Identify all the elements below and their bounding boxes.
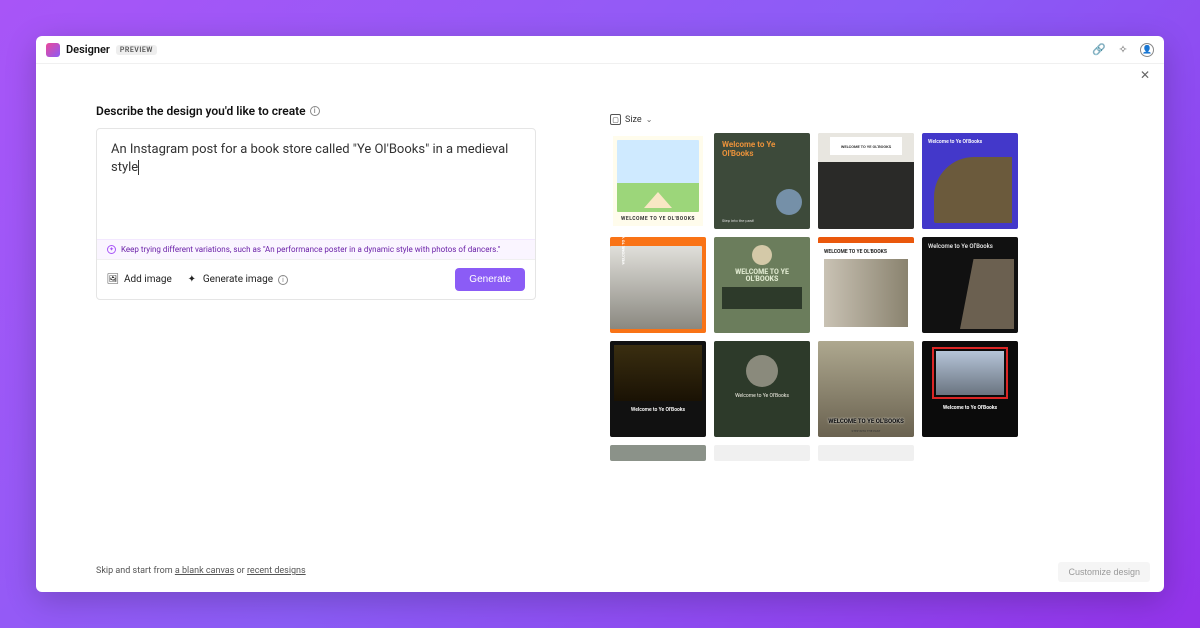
blank-canvas-link[interactable]: a blank canvas — [175, 566, 234, 576]
app-window: Designer PREVIEW 🔗 ✧ 👤 Describe the desi… — [36, 36, 1164, 592]
design-thumb[interactable]: Welcome to Ye Ol'Books — [610, 341, 706, 437]
design-thumb[interactable]: WELCOME TO YE OL'BOOKS STEP INTO THE PAS… — [818, 341, 914, 437]
thumb-subtext: STEP INTO THE PAST — [818, 429, 914, 433]
hint-row: ✦ Keep trying different variations, such… — [97, 239, 535, 259]
left-panel: Describe the design you'd like to create… — [36, 64, 596, 592]
thumb-caption: WELCOME TO YE OL'BOOKS — [824, 418, 908, 425]
add-image-label: Add image — [124, 274, 172, 285]
design-thumb[interactable]: Welcome to Ye Ol'Books Step into the pas… — [714, 133, 810, 229]
prompt-heading-text: Describe the design you'd like to create — [96, 104, 306, 118]
title-bar: Designer PREVIEW 🔗 ✧ 👤 — [36, 36, 1164, 64]
chevron-down-icon: ⌄ — [646, 115, 653, 124]
right-panel: ✕ ▢ Size ⌄ WELCOME TO YE OL'BOOKS Welcom… — [596, 64, 1164, 592]
thumb-caption: Welcome to Ye Ol'Books — [735, 393, 789, 399]
aspect-icon: ▢ — [610, 114, 621, 125]
close-icon[interactable]: ✕ — [1140, 68, 1150, 82]
design-thumb-loading — [714, 445, 810, 461]
thumb-caption: WELCOME TO YE OL'BOOKS — [824, 249, 908, 255]
design-thumb[interactable]: WELCOME TO YE OL'BOOKS — [818, 237, 914, 333]
app-logo-icon — [46, 43, 60, 57]
generate-image-label: Generate image — [203, 274, 273, 285]
thumb-caption: Welcome to Ye Ol'Books — [928, 243, 1012, 250]
recent-designs-link[interactable]: recent designs — [247, 566, 306, 576]
thumb-caption: Welcome to Ye Ol'Books — [943, 405, 997, 411]
prompt-box: An Instagram post for a book store calle… — [96, 128, 536, 300]
skip-prefix: Skip and start from — [96, 566, 175, 576]
lightbulb-icon: ✦ — [107, 245, 116, 254]
design-thumb-loading — [610, 445, 706, 461]
preview-badge: PREVIEW — [116, 45, 157, 55]
thumb-caption: Welcome to Ye Ol'Books — [928, 139, 1012, 145]
design-thumb[interactable]: Welcome to Ye Ol'Books — [922, 237, 1018, 333]
thumb-caption: WELCOME TO YE OL'BOOKS — [830, 137, 902, 155]
link-icon[interactable]: 🔗 — [1092, 43, 1106, 57]
action-row: 🖼 Add image ✦ Generate image i Generate — [97, 259, 535, 299]
prompt-value: An Instagram post for a book store calle… — [111, 142, 508, 175]
skip-row: Skip and start from a blank canvas or re… — [96, 554, 536, 576]
generate-image-button[interactable]: ✦ Generate image i — [186, 274, 288, 286]
size-label: Size — [625, 115, 642, 125]
sparkle-icon: ✦ — [186, 274, 198, 286]
bell-icon[interactable]: ✧ — [1116, 43, 1130, 57]
design-thumb[interactable]: WELCOME TO YE OL'BOOKS — [610, 133, 706, 229]
design-thumb[interactable]: WELCOME TO YE OL'BOOKS — [714, 237, 810, 333]
thumb-caption: Welcome to Ye Ol'Books — [722, 141, 802, 159]
design-thumb[interactable]: WELCOME TO YE OL'BOOKS — [818, 133, 914, 229]
size-selector[interactable]: ▢ Size ⌄ — [604, 74, 1150, 131]
generate-button[interactable]: Generate — [455, 268, 525, 291]
image-icon: 🖼 — [107, 274, 119, 286]
results-grid-wrap: WELCOME TO YE OL'BOOKS Welcome to Ye Ol'… — [604, 131, 1150, 556]
profile-icon[interactable]: 👤 — [1140, 43, 1154, 57]
thumb-caption: Welcome to Ye Ol'Books — [631, 407, 685, 413]
thumb-caption: WELCOME TO YE OL'BOOKS — [722, 269, 802, 283]
design-thumb[interactable]: Welcome to Ye Ol'Books — [922, 133, 1018, 229]
design-thumb[interactable]: Welcome to Ye Ol'Books — [922, 341, 1018, 437]
design-thumb-loading — [818, 445, 914, 461]
info-icon[interactable]: i — [278, 275, 288, 285]
thumb-subtext: Step into the past! — [722, 218, 754, 223]
skip-mid: or — [234, 566, 247, 576]
design-thumb[interactable]: Welcome to Ye Ol'Books — [714, 341, 810, 437]
hint-text: Keep trying different variations, such a… — [121, 245, 500, 254]
thumb-caption: WELCOME TO YE OL'BOOKS — [621, 237, 626, 265]
results-grid: WELCOME TO YE OL'BOOKS Welcome to Ye Ol'… — [604, 131, 1150, 543]
prompt-heading: Describe the design you'd like to create… — [96, 104, 536, 118]
prompt-textarea[interactable]: An Instagram post for a book store calle… — [97, 129, 535, 239]
info-icon[interactable]: i — [310, 106, 320, 116]
customize-design-button[interactable]: Customize design — [1058, 562, 1150, 582]
thumb-caption: WELCOME TO YE OL'BOOKS — [617, 212, 699, 222]
add-image-button[interactable]: 🖼 Add image — [107, 274, 172, 286]
design-thumb[interactable]: WELCOME TO YE OL'BOOKS — [610, 237, 706, 333]
app-title: Designer — [66, 43, 110, 56]
main-content: Describe the design you'd like to create… — [36, 64, 1164, 592]
